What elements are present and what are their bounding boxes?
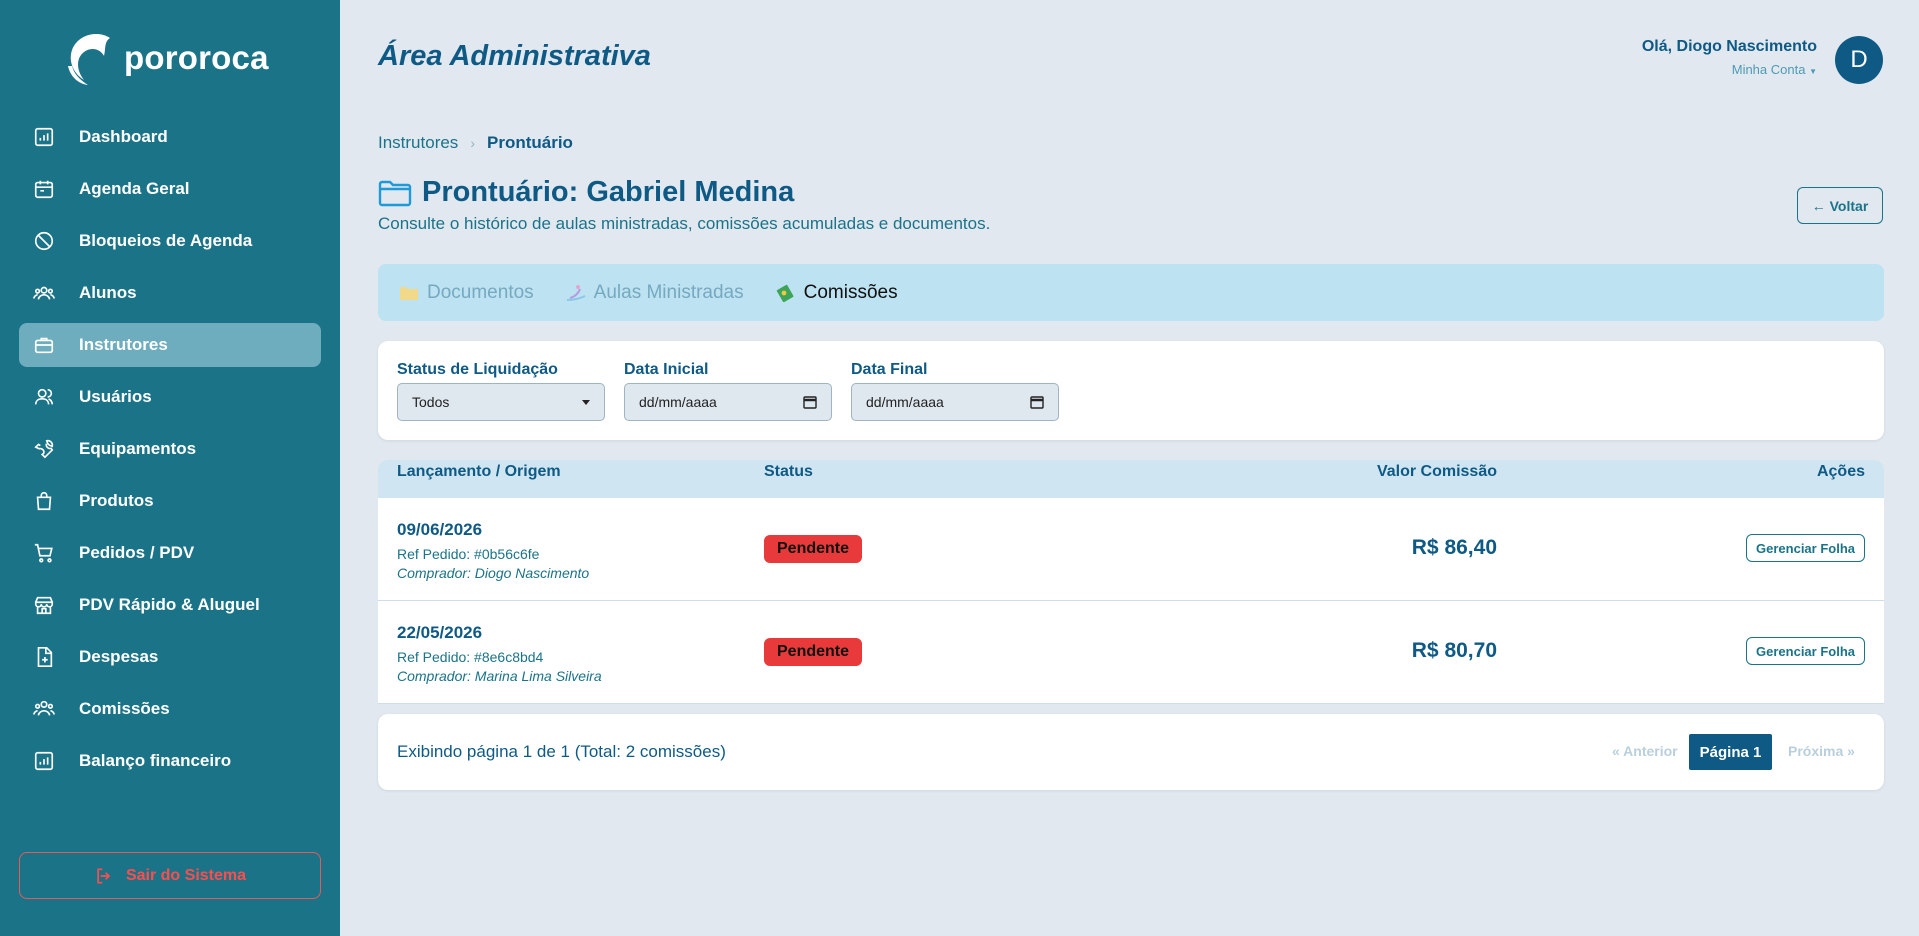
- sidebar-nav: Dashboard Agenda Geral Bloqueios de Agen…: [19, 115, 321, 791]
- chevron-right-icon: ›: [470, 135, 475, 151]
- pagination: Exibindo página 1 de 1 (Total: 2 comissõ…: [378, 714, 1884, 790]
- column-header: Lançamento / Origem: [397, 463, 561, 480]
- start-date-input[interactable]: dd/mm/aaaa: [624, 383, 832, 421]
- sidebar-item-bloqueios[interactable]: Bloqueios de Agenda: [19, 219, 321, 263]
- calendar-icon[interactable]: [1030, 395, 1044, 409]
- cart-icon: [33, 542, 55, 564]
- row-date: 22/05/2026: [397, 623, 483, 642]
- back-button[interactable]: ← Voltar: [1797, 187, 1883, 224]
- column-header: Status: [764, 463, 813, 480]
- folder-icon: [400, 286, 418, 300]
- status-filter-label: Status de Liquidação: [397, 361, 558, 378]
- sidebar-item-pdv-rapido[interactable]: PDV Rápido & Aluguel: [19, 583, 321, 627]
- money-icon: [776, 284, 794, 302]
- logout-icon: [97, 868, 111, 883]
- filters-panel: Status de Liquidação Todos Data Inicial …: [378, 341, 1884, 440]
- sidebar-item-balanco[interactable]: Balanço financeiro: [19, 739, 321, 783]
- end-date-filter: Data Final dd/mm/aaaa: [851, 361, 1059, 421]
- brand-name: pororoca: [124, 39, 269, 76]
- users-icon: [33, 386, 55, 408]
- row-ref: Ref Pedido: #0b56c6fe: [397, 546, 540, 562]
- sidebar-item-agenda-geral[interactable]: Agenda Geral: [19, 167, 321, 211]
- start-date-filter: Data Inicial dd/mm/aaaa: [624, 361, 832, 421]
- sidebar-item-instrutores[interactable]: Instrutores: [19, 323, 321, 367]
- calendar-icon[interactable]: [803, 395, 817, 409]
- next-page-button[interactable]: Próxima »: [1788, 743, 1855, 759]
- table-row: 22/05/2026 Ref Pedido: #8e6c8bd4 Comprad…: [378, 601, 1884, 704]
- page-heading: Área Administrativa: [378, 40, 651, 72]
- account-menu[interactable]: Minha Conta ▼: [1642, 62, 1817, 77]
- row-value: R$ 80,70: [1411, 639, 1497, 662]
- pagination-info: Exibindo página 1 de 1 (Total: 2 comissõ…: [397, 742, 726, 761]
- breadcrumb: Instrutores › Prontuário: [378, 133, 573, 153]
- avatar[interactable]: D: [1835, 36, 1883, 84]
- caret-down-icon: [582, 399, 590, 405]
- surfer-icon: [566, 284, 586, 301]
- column-header: Ações: [1816, 463, 1865, 480]
- tab-documentos[interactable]: Documentos: [399, 282, 534, 304]
- group-icon: [33, 698, 55, 720]
- sidebar-item-comissoes[interactable]: Comissões: [19, 687, 321, 731]
- current-page-button[interactable]: Página 1: [1689, 734, 1772, 770]
- row-date: 09/06/2026: [397, 520, 483, 539]
- manage-sheet-button[interactable]: Gerenciar Folha: [1746, 637, 1865, 665]
- chart-icon: [33, 750, 55, 772]
- commissions-table: Lançamento / Origem Status Valor Comissã…: [378, 460, 1884, 704]
- sidebar-item-alunos[interactable]: Alunos: [19, 271, 321, 315]
- bag-icon: [33, 490, 55, 512]
- sidebar-item-usuarios[interactable]: Usuários: [19, 375, 321, 419]
- briefcase-icon: [33, 334, 55, 356]
- chart-icon: [33, 126, 55, 148]
- start-date-label: Data Inicial: [624, 361, 709, 378]
- row-ref: Ref Pedido: #8e6c8bd4: [397, 649, 544, 665]
- manage-sheet-button[interactable]: Gerenciar Folha: [1746, 534, 1865, 562]
- sidebar-item-pedidos[interactable]: Pedidos / PDV: [19, 531, 321, 575]
- tab-aulas-ministradas[interactable]: Aulas Ministradas: [566, 282, 744, 304]
- calendar-icon: [33, 178, 55, 200]
- end-date-label: Data Final: [851, 361, 928, 378]
- status-filter: Status de Liquidação Todos: [397, 361, 605, 421]
- wave-logo-icon: [68, 34, 110, 85]
- sidebar-item-dashboard[interactable]: Dashboard: [19, 115, 321, 159]
- tabs: Documentos Aulas Ministradas Comissões: [378, 264, 1884, 321]
- row-value: R$ 86,40: [1411, 536, 1497, 559]
- end-date-input[interactable]: dd/mm/aaaa: [851, 383, 1059, 421]
- table-row: 09/06/2026 Ref Pedido: #0b56c6fe Comprad…: [378, 498, 1884, 601]
- file-plus-icon: [33, 646, 55, 668]
- logout-button[interactable]: Sair do Sistema: [19, 852, 321, 899]
- tab-comissoes[interactable]: Comissões: [776, 282, 898, 304]
- breadcrumb-instrutores[interactable]: Instrutores: [378, 133, 458, 153]
- user-greeting: Olá, Diogo Nascimento: [1641, 38, 1817, 55]
- prev-page-button[interactable]: « Anterior: [1612, 743, 1678, 759]
- caret-down-icon: ▼: [1809, 67, 1817, 76]
- block-icon: [33, 230, 55, 252]
- sidebar-item-equipamentos[interactable]: Equipamentos: [19, 427, 321, 471]
- column-header: Valor Comissão: [1376, 463, 1497, 480]
- store-icon: [33, 594, 55, 616]
- logout-label: Sair do Sistema: [125, 866, 247, 884]
- students-icon: [33, 282, 55, 304]
- sidebar: pororoca Dashboard Agenda Geral Bloqueio…: [0, 0, 340, 936]
- page-title: Prontuário: Gabriel Medina: [422, 176, 795, 208]
- user-menu[interactable]: Olá, Diogo Nascimento Minha Conta ▼: [1642, 38, 1817, 77]
- status-badge: Pendente: [764, 535, 863, 563]
- wrench-icon: [33, 438, 55, 460]
- breadcrumb-current: Prontuário: [486, 133, 573, 152]
- brand-logo[interactable]: pororoca: [60, 30, 269, 86]
- table-header: Lançamento / Origem Status Valor Comissã…: [378, 460, 1884, 498]
- sidebar-item-despesas[interactable]: Despesas: [19, 635, 321, 679]
- status-badge: Pendente: [764, 638, 863, 666]
- status-select[interactable]: Todos: [397, 383, 605, 421]
- folder-icon: [378, 180, 412, 206]
- title-row: Prontuário: Gabriel Medina: [378, 176, 794, 209]
- row-buyer: Comprador: Marina Lima Silveira: [397, 668, 602, 684]
- sidebar-item-produtos[interactable]: Produtos: [19, 479, 321, 523]
- page-subtitle: Consulte o histórico de aulas ministrada…: [378, 214, 991, 233]
- row-buyer: Comprador: Diogo Nascimento: [397, 565, 590, 581]
